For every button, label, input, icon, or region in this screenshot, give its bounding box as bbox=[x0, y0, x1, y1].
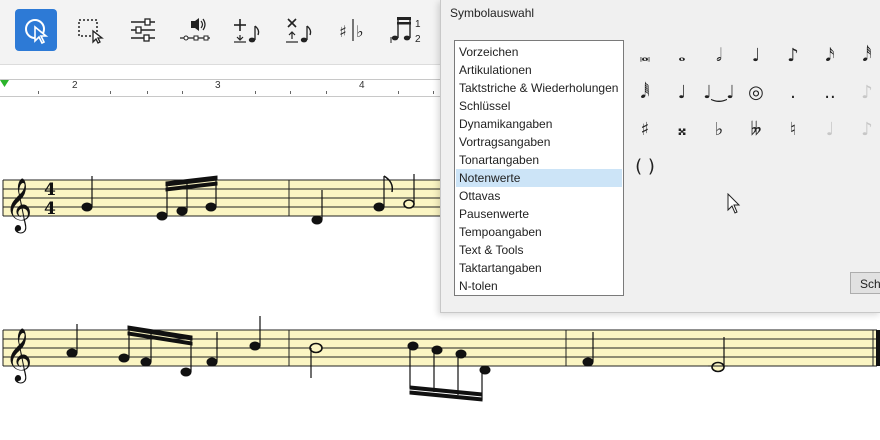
marquee-select-tool[interactable] bbox=[69, 9, 111, 51]
category-item[interactable]: Artikulationen bbox=[456, 61, 622, 79]
double-dot-icon[interactable]: .. bbox=[814, 78, 846, 106]
marquee-select-icon bbox=[78, 19, 104, 44]
natural-icon[interactable]: ♮ bbox=[777, 115, 809, 143]
augmentation-dot-icon[interactable]: . bbox=[777, 78, 809, 106]
breve-note-icon[interactable]: 𝅜 bbox=[629, 41, 661, 69]
category-item[interactable]: Schlüssel bbox=[456, 97, 622, 115]
time-signature-bottom: 4 bbox=[44, 199, 56, 219]
category-item[interactable]: Taktstriche & Wiederholungen bbox=[456, 79, 622, 97]
ruler-label: 3 bbox=[215, 80, 221, 91]
treble-clef-icon: 𝄞 bbox=[5, 177, 32, 233]
grace-note-icon[interactable]: ♪ bbox=[851, 78, 880, 106]
treble-clef-icon: 𝄞 bbox=[5, 327, 32, 383]
thirty-second-note-icon[interactable]: 𝅘𝅥𝅰 bbox=[851, 41, 880, 69]
insert-note-tool[interactable] bbox=[226, 9, 268, 51]
properties-sliders-tool[interactable] bbox=[122, 9, 164, 51]
tied-notes-icon[interactable]: ♩‿♩ bbox=[703, 78, 735, 106]
speaker-playback-icon bbox=[180, 18, 210, 41]
flat-icon[interactable]: ♭ bbox=[703, 115, 735, 143]
audio-playback-tool[interactable] bbox=[174, 9, 216, 51]
parentheses-icon[interactable]: ( ) bbox=[629, 152, 661, 180]
staff-system-2: 𝄞 bbox=[2, 316, 880, 402]
svg-text:♭: ♭ bbox=[356, 22, 364, 41]
category-list[interactable]: Vorzeichen Artikulationen Taktstriche & Wi… bbox=[454, 40, 624, 296]
double-flat-icon[interactable]: 𝄫 bbox=[740, 115, 772, 143]
category-item[interactable]: Tonartangaben bbox=[456, 151, 622, 169]
mouse-pointer-icon bbox=[727, 193, 741, 214]
accidentals-tool[interactable]: ♯ ♭ bbox=[333, 9, 375, 51]
sixty-fourth-note-icon[interactable]: 𝅘𝅥𝅱 bbox=[629, 78, 661, 106]
whole-note-icon[interactable]: 𝅝 bbox=[666, 41, 698, 69]
disabled-note-icon[interactable]: ♩ bbox=[814, 115, 846, 143]
ruler-label: 2 bbox=[72, 80, 78, 91]
category-item[interactable]: Pausenwerte bbox=[456, 205, 622, 223]
svg-text:1: 1 bbox=[415, 19, 421, 30]
category-item[interactable]: Vortragsangaben bbox=[456, 133, 622, 151]
accidentals-icon: ♯ ♭ bbox=[339, 19, 364, 41]
staff-system-1: 𝄞 4 4 bbox=[2, 174, 440, 233]
cursor-icon bbox=[25, 19, 49, 45]
svg-text:2: 2 bbox=[415, 34, 421, 45]
delete-note-icon bbox=[286, 18, 312, 43]
double-sharp-icon[interactable]: 𝄪 bbox=[666, 115, 698, 143]
category-item[interactable]: Vorzeichen bbox=[456, 43, 622, 61]
insert-note-icon bbox=[234, 19, 260, 43]
category-item[interactable]: Tempoangaben bbox=[456, 223, 622, 241]
sixteenth-note-icon[interactable]: 𝅘𝅥𝅯 bbox=[814, 41, 846, 69]
ruler-label: 4 bbox=[359, 80, 365, 91]
symbol-selection-dialog: Symbolauswahl Vorzeichen Artikulationen Ta… bbox=[440, 0, 880, 313]
dialog-title: Symbolauswahl bbox=[450, 6, 535, 20]
chord-tie-icon[interactable]: ◎ bbox=[740, 78, 772, 106]
category-item[interactable]: Dynamikangaben bbox=[456, 115, 622, 133]
quarter-note-icon[interactable]: ♩ bbox=[740, 41, 772, 69]
svg-text:♯: ♯ bbox=[339, 22, 347, 41]
measure-ruler[interactable]: 2 3 4 bbox=[0, 79, 448, 97]
eighth-note-icon[interactable]: ♪ bbox=[777, 41, 809, 69]
playhead-marker-icon[interactable] bbox=[0, 80, 10, 90]
time-signature-top: 4 bbox=[44, 180, 56, 200]
half-note-icon[interactable]: 𝅗𝅥 bbox=[703, 41, 735, 69]
sliders-icon bbox=[131, 18, 155, 42]
tuplet-notes-icon: 1 2 bbox=[390, 17, 421, 45]
category-item[interactable]: Ottavas bbox=[456, 187, 622, 205]
chord-icon[interactable]: ♩ bbox=[666, 78, 698, 106]
select-cursor-tool[interactable] bbox=[15, 9, 57, 51]
category-item[interactable]: Text & Tools bbox=[456, 241, 622, 259]
main-toolbar: ♯ ♭ 1 2 bbox=[0, 0, 448, 65]
disabled-note-icon-2[interactable]: ♪ bbox=[851, 115, 880, 143]
category-item[interactable]: Taktartangaben bbox=[456, 259, 622, 277]
delete-note-tool[interactable] bbox=[279, 9, 321, 51]
tuplet-tool[interactable]: 1 2 bbox=[386, 9, 428, 51]
close-button[interactable]: Schließen bbox=[850, 272, 880, 294]
category-item[interactable]: N-tolen bbox=[456, 277, 622, 295]
sharp-icon[interactable]: ♯ bbox=[629, 115, 661, 143]
category-item[interactable]: Notenwerte bbox=[456, 169, 622, 187]
